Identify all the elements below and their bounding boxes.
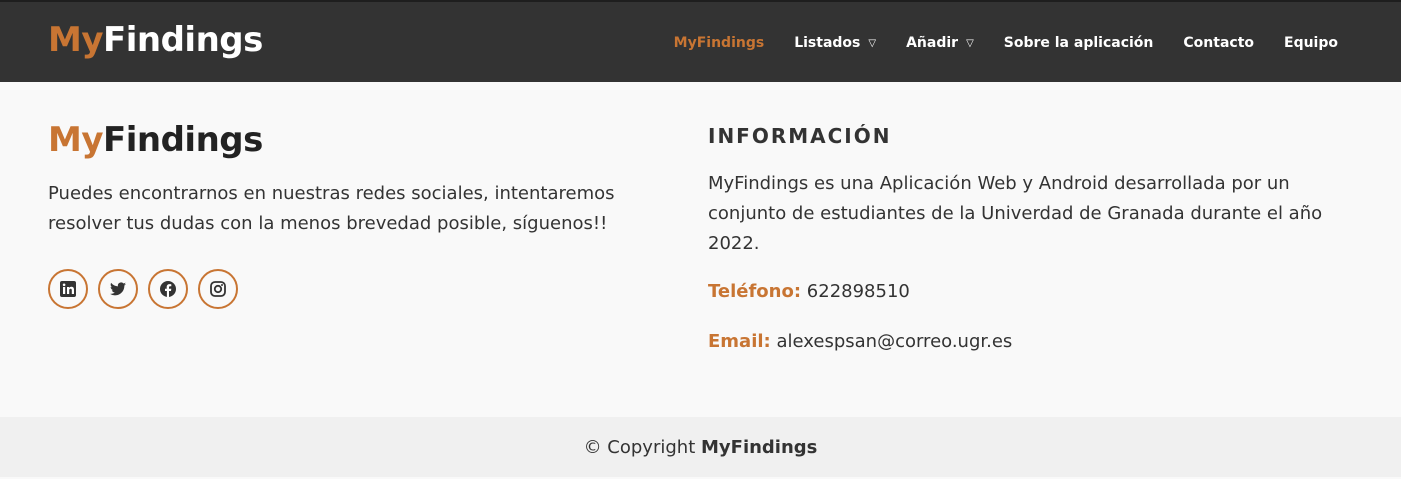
footer: © Copyright MyFindings: [0, 417, 1401, 477]
nav-listados[interactable]: Listados ▽: [794, 35, 876, 51]
nav-menu: MyFindings Listados ▽ Añadir ▽ Sobre la ap…: [644, 35, 1338, 51]
facebook-icon: [160, 281, 176, 297]
social-links: [48, 269, 238, 309]
nav-equipo[interactable]: Equipo: [1284, 35, 1338, 51]
linkedin-button[interactable]: [48, 269, 88, 309]
facebook-button[interactable]: [148, 269, 188, 309]
email-value[interactable]: alexespsan@correo.ugr.es: [776, 331, 1012, 352]
instagram-icon: [210, 281, 226, 297]
social-description: Puedes encontrarnos en nuestras redes so…: [48, 183, 615, 234]
nav-contacto[interactable]: Contacto: [1183, 35, 1254, 51]
nav-myfindings[interactable]: MyFindings: [674, 35, 765, 51]
phone-line: Teléfono: 622898510: [708, 281, 910, 302]
twitter-button[interactable]: [98, 269, 138, 309]
nav-sobre[interactable]: Sobre la aplicación: [1004, 35, 1154, 51]
chevron-down-icon: ▽: [966, 37, 974, 49]
email-line: Email: alexespsan@correo.ugr.es: [708, 331, 1013, 352]
brand-heading: MyFindings: [48, 120, 263, 160]
logo[interactable]: MyFindings: [48, 20, 263, 60]
contact-section: MyFindings Puedes encontrarnos en nuestr…: [0, 82, 1401, 417]
linkedin-icon: [60, 281, 76, 297]
instagram-button[interactable]: [198, 269, 238, 309]
navbar: MyFindings MyFindings Listados ▽ Añadir ▽ …: [0, 0, 1401, 82]
chevron-down-icon: ▽: [868, 37, 877, 49]
info-heading: INFORMACIÓN: [708, 124, 892, 148]
info-description: MyFindings es una Aplicación Web y Andro…: [708, 173, 1323, 254]
phone-value: 622898510: [806, 281, 910, 302]
twitter-icon: [110, 282, 126, 296]
nav-anadir[interactable]: Añadir ▽: [906, 35, 974, 51]
